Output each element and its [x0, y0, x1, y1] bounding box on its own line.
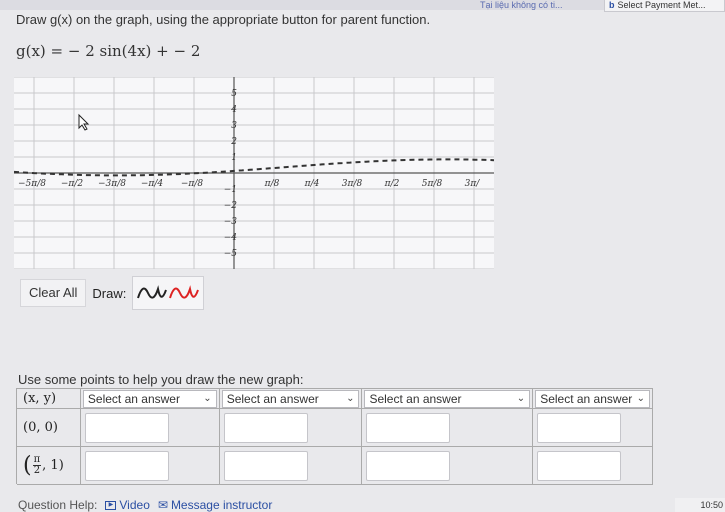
table-header-row: (x, y) Select an answer ⌄ Select an answe…	[17, 389, 653, 409]
video-link[interactable]: ▶ Video	[105, 498, 150, 512]
chevron-down-icon: ⌄	[346, 393, 355, 404]
select-payment-button[interactable]: b Select Payment Met...	[604, 0, 725, 12]
y-tick-label: 1	[231, 153, 237, 163]
table-row: ( π2 , 1)	[17, 447, 653, 485]
x-tick-label: 3π/	[465, 179, 481, 189]
x-tick-label: π/4	[304, 179, 320, 189]
dropdown-4[interactable]: Select an answer ⌄	[535, 389, 650, 408]
x-tick-label: −π/2	[61, 179, 83, 189]
chevron-down-icon: ⌄	[203, 393, 212, 404]
y-tick-label: 2	[230, 137, 237, 147]
sine-wave-icon	[137, 285, 200, 299]
table-caption: Use some points to help you draw the new…	[18, 372, 304, 387]
point-pi-half-1: ( π2 , 1)	[17, 447, 81, 484]
instruction-text: Draw g(x) on the graph, using the approp…	[16, 12, 431, 27]
answer-input[interactable]	[223, 412, 308, 443]
payment-label: Select Payment Met...	[617, 0, 706, 10]
x-tick-label: π/2	[384, 179, 400, 189]
chevron-down-icon: ⌄	[516, 393, 526, 404]
x-tick-label: −π/4	[141, 179, 163, 189]
dropdown-2[interactable]: Select an answer ⌄	[221, 389, 360, 408]
answer-input[interactable]	[537, 412, 622, 443]
x-tick-label: 3π/8	[342, 179, 363, 189]
y-tick-label: 4	[230, 105, 237, 115]
graph-canvas[interactable]: −5π/8 −π/2 −3π/8 −π/4 −π/8 π/8 π/4 3π/8 π/2 5π/8 3…	[14, 77, 494, 269]
question-help: Question Help: ▶ Video ✉ Message instructo…	[18, 498, 272, 512]
answer-input[interactable]	[366, 412, 451, 443]
x-tick-label: 5π/8	[422, 179, 443, 189]
y-tick-label: 3	[231, 121, 237, 131]
play-icon: ▶	[105, 500, 117, 510]
envelope-icon: ✉	[157, 498, 168, 512]
payment-badge: b	[609, 0, 615, 10]
y-tick-label: −2	[224, 201, 238, 211]
x-tick-label: −3π/8	[98, 179, 126, 189]
taskbar-clock: 10:50	[675, 498, 725, 512]
answer-input[interactable]	[84, 450, 169, 481]
answer-input[interactable]	[223, 450, 308, 481]
answer-input[interactable]	[84, 412, 169, 443]
function-formula: g(x) = − 2 sin(4x) + − 2	[16, 42, 201, 60]
draw-controls: Clear All Draw:	[20, 276, 205, 310]
dropdown-1[interactable]: Select an answer ⌄	[82, 389, 217, 408]
question-help-label: Question Help:	[18, 498, 98, 512]
top-partial-text: Tại liệu không có ti...	[480, 0, 563, 10]
y-tick-label: −3	[224, 217, 238, 227]
answer-input[interactable]	[366, 450, 451, 481]
dropdown-3[interactable]: Select an answer ⌄	[364, 389, 531, 408]
points-table: (x, y) Select an answer ⌄ Select an answe…	[16, 388, 653, 485]
x-tick-label: −π/8	[181, 179, 203, 189]
table-row: (0, 0)	[17, 409, 653, 447]
draw-label: Draw:	[92, 285, 127, 301]
y-tick-label: −1	[224, 185, 237, 195]
y-tick-label: −5	[224, 249, 238, 259]
x-tick-label: π/8	[264, 179, 280, 189]
header-xy: (x, y)	[17, 389, 81, 408]
point-0-0: (0, 0)	[17, 409, 81, 446]
x-tick-label: −5π/8	[18, 179, 46, 189]
answer-input[interactable]	[537, 450, 622, 481]
chevron-down-icon: ⌄	[636, 393, 645, 404]
y-tick-label: 5	[231, 89, 237, 99]
message-instructor-link[interactable]: ✉ Message instructor	[158, 498, 272, 512]
sine-wave-button[interactable]	[132, 276, 205, 310]
clear-all-button[interactable]: Clear All	[20, 279, 87, 307]
y-tick-label: −4	[224, 233, 238, 243]
